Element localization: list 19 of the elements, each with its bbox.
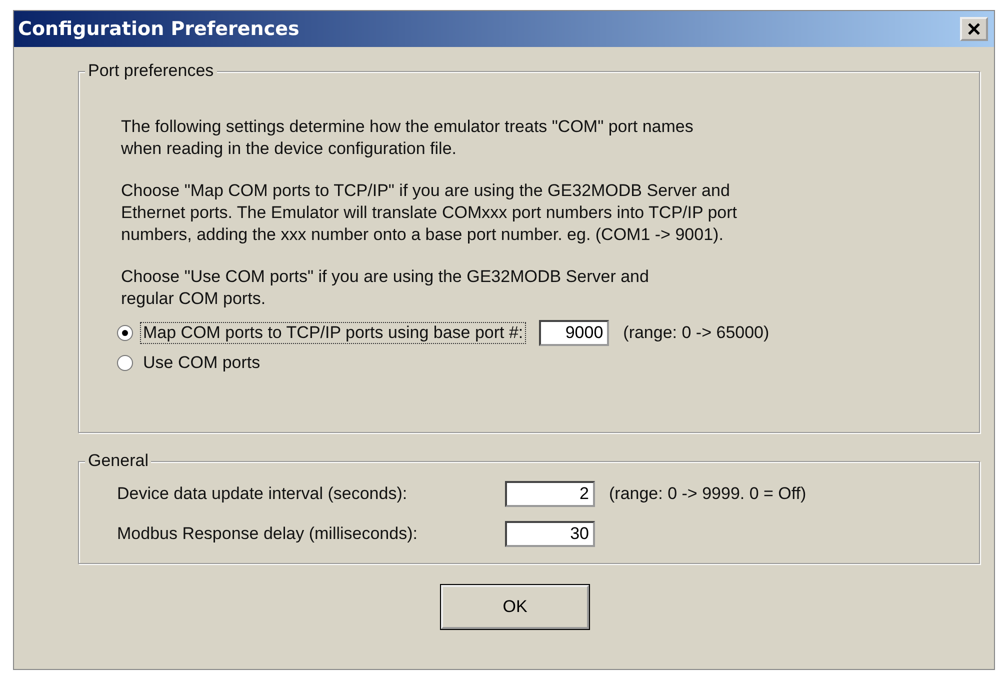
group-title: Port preferences — [85, 61, 217, 81]
input-field[interactable]: 30 — [505, 521, 595, 547]
radio-button[interactable] — [117, 325, 133, 341]
field-label: Modbus Response delay (milliseconds): — [117, 524, 418, 544]
window-title: Configuration Preferences — [18, 18, 300, 40]
base-port-field[interactable]: 9000 — [539, 320, 610, 346]
range-hint: (range: 0 -> 65000) — [623, 323, 770, 343]
close-icon — [967, 23, 981, 35]
radio-label[interactable]: Map COM ports to TCP/IP ports using base port #: — [141, 323, 526, 343]
radio-label[interactable]: Use COM ports — [141, 353, 262, 373]
input-field[interactable]: 2 — [505, 481, 595, 507]
close-button[interactable] — [960, 17, 988, 41]
field-label: Device data update interval (seconds): — [117, 484, 408, 504]
description-text: Choose "Use COM ports" if you are using the GE32MODB Server and regular COM ports. — [121, 266, 650, 310]
description-text: The following settings determine how the emulator treats "COM" port names when reading in the device configuration file. — [121, 116, 694, 160]
radio-button[interactable] — [117, 355, 133, 371]
ok-button[interactable]: OK — [441, 585, 589, 629]
range-hint: (range: 0 -> 9999. 0 = Off) — [609, 484, 806, 504]
description-text: Choose "Map COM ports to TCP/IP" if you are using the GE32MODB Server and Ethernet ports. The Emulator will translate COMxxx port numbers into TCP/IP port numbers, adding the xxx number onto a base port number. eg. (COM1 -> 9001). — [121, 180, 738, 246]
